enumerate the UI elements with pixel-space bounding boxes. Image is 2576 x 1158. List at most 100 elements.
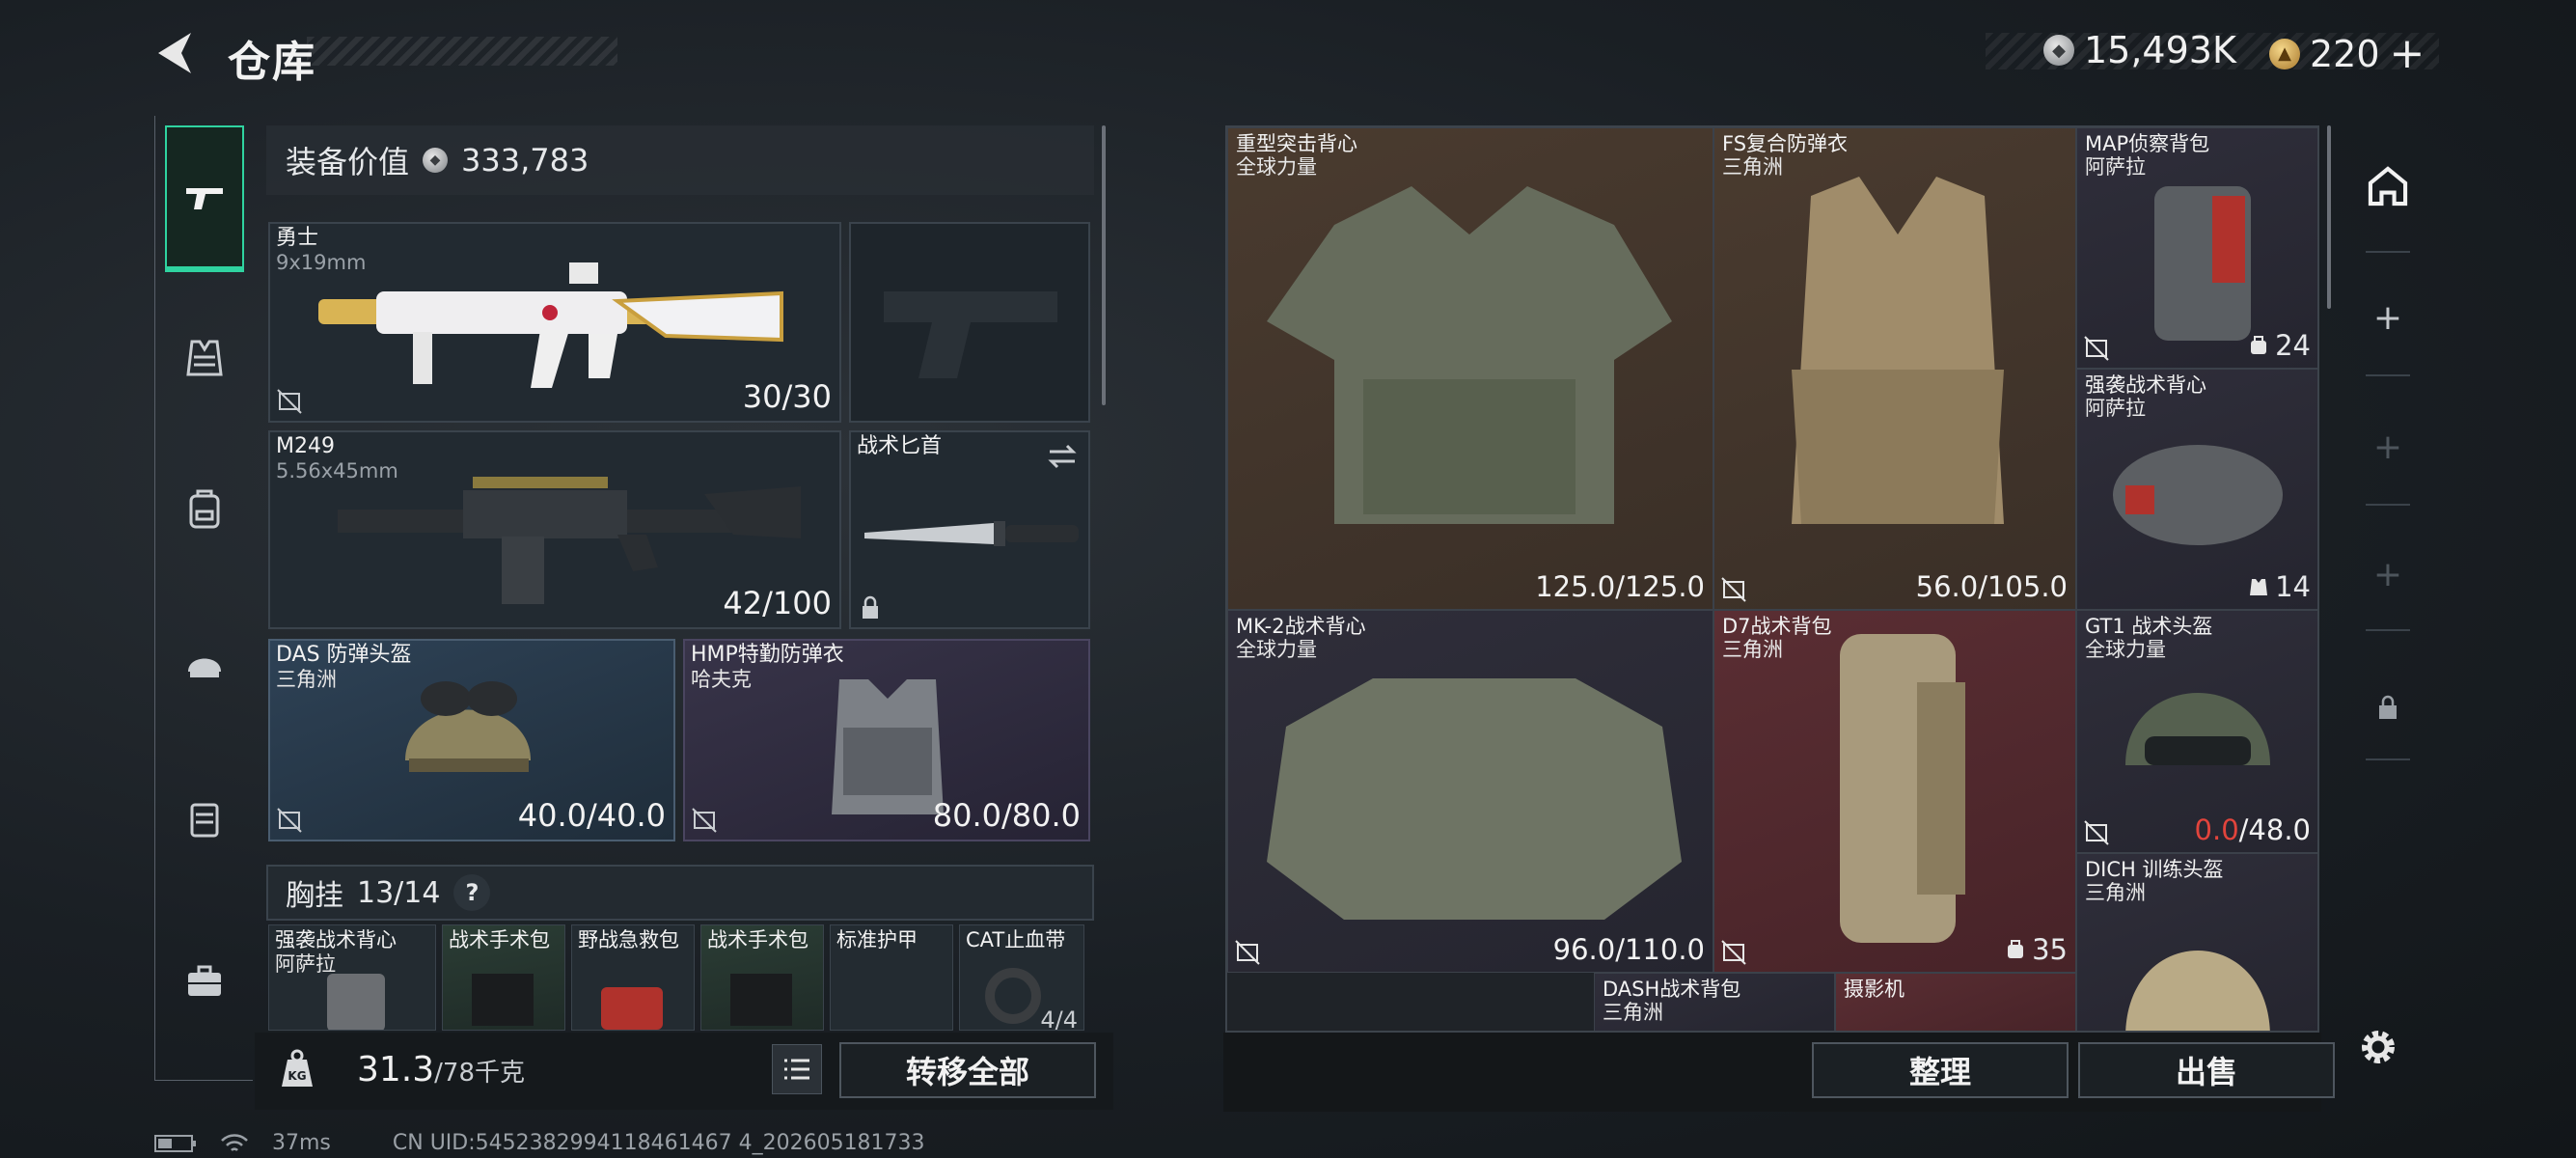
weight-current: 31.3	[357, 1050, 435, 1089]
title-decoration	[307, 37, 617, 66]
no-insurance-icon	[277, 389, 302, 414]
item-origin: 三角洲	[1722, 638, 1783, 661]
no-insurance-icon	[2084, 336, 2109, 361]
helmet-slot[interactable]: DAS 防弹头盔 三角洲 40.0/40.0	[268, 639, 675, 841]
vest-image	[2113, 445, 2283, 545]
rig-item[interactable]: 标准护甲	[830, 924, 953, 1031]
armor-image	[1792, 177, 2004, 524]
weapon-ammo: 30/30	[742, 378, 832, 415]
transfer-all-button[interactable]: 转移全部	[839, 1042, 1096, 1098]
storage-item[interactable]: 摄影机	[1835, 973, 2076, 1031]
item-name: CAT止血带	[966, 928, 1066, 951]
item-origin: 阿萨拉	[2085, 155, 2146, 179]
tab-containers[interactable]	[167, 944, 242, 1019]
item-name: DICH 训练头盔	[2085, 858, 2224, 881]
loadout-value-amount: 333,783	[461, 142, 589, 179]
divider	[2366, 758, 2410, 760]
scrollbar[interactable]	[2327, 125, 2331, 309]
vest-icon	[186, 340, 223, 376]
storage-item[interactable]: MK-2战术背心 全球力量 96.0/110.0	[1227, 610, 1713, 973]
rig-item[interactable]: CAT止血带 4/4	[959, 924, 1084, 1031]
no-insurance-icon	[692, 808, 717, 833]
item-name: FS复合防弹衣	[1722, 132, 1849, 155]
backpack-capacity-icon	[2251, 336, 2267, 354]
secondary-weapon-slot[interactable]: M249 5.56x45mm 42/100	[268, 430, 841, 629]
item-origin: 三角洲	[1603, 1001, 1663, 1024]
lock-icon	[863, 595, 878, 619]
storage-item[interactable]: GT1 战术头盔 全球力量 0.0/48.0	[2076, 610, 2317, 853]
add-gold-button[interactable]: +	[2390, 29, 2425, 78]
list-view-button[interactable]	[772, 1044, 822, 1094]
vest-image	[1267, 186, 1672, 524]
storage-item[interactable]: 重型突击背心 全球力量 125.0/125.0	[1227, 127, 1713, 610]
lock-icon	[2379, 695, 2397, 719]
rig-item[interactable]: 野战急救包	[571, 924, 695, 1031]
tab-armor[interactable]	[167, 320, 242, 396]
category-tabs	[154, 116, 253, 1081]
item-count: 4/4	[1040, 1006, 1078, 1031]
list-icon	[784, 1059, 809, 1080]
helmet-durability: 40.0/40.0	[517, 797, 666, 834]
add-page-button[interactable]: +	[2366, 552, 2410, 596]
durability-max: /48.0	[2238, 813, 2311, 846]
item-capacity: 14	[2248, 570, 2311, 603]
storage-item[interactable]: DICH 训练头盔 三角洲	[2076, 853, 2317, 1031]
no-insurance-icon	[277, 808, 302, 833]
sell-button[interactable]: 出售	[2078, 1042, 2335, 1098]
armor-slot[interactable]: HMP特勤防弹衣 哈夫克 80.0/80.0	[683, 639, 1090, 841]
medkit-image	[472, 974, 534, 1026]
briefcase-icon	[188, 965, 221, 996]
loadout-value-label: 装备价值	[286, 144, 410, 180]
helmet-image	[2125, 951, 2270, 1031]
backpack-image	[2154, 186, 2251, 341]
gold-currency[interactable]: ▲ 220 +	[2269, 29, 2425, 78]
item-count: 24	[2275, 329, 2311, 362]
item-durability: 56.0/105.0	[1915, 570, 2068, 603]
weight-max: /78千克	[434, 1059, 526, 1088]
item-origin: 阿萨拉	[2085, 397, 2146, 420]
page-title: 仓库	[228, 38, 316, 87]
tab-backpack[interactable]	[167, 471, 242, 546]
rig-item[interactable]: 强袭战术背心 阿萨拉	[268, 924, 436, 1031]
backpack-icon	[189, 489, 220, 529]
item-name: 摄影机	[1844, 978, 1905, 1001]
item-name: 强袭战术背心	[2085, 373, 2206, 397]
rig-label: 胸挂	[286, 879, 343, 913]
storage-item[interactable]: D7战术背包 三角洲 35	[1713, 610, 2076, 973]
storage-item[interactable]: 强袭战术背心 阿萨拉 14	[2076, 369, 2317, 610]
item-name: 标准护甲	[836, 928, 918, 951]
item-name: 战术手术包	[707, 928, 808, 951]
add-page-button[interactable]: +	[2366, 295, 2410, 340]
vest-image	[327, 974, 385, 1030]
tab-chest-rig[interactable]	[167, 782, 242, 857]
rig-item[interactable]: 战术手术包	[442, 924, 565, 1031]
storage-item[interactable]: MAP侦察背包 阿萨拉 24	[2076, 127, 2317, 369]
silver-coin-icon: ◆	[423, 148, 449, 173]
back-arrow-icon[interactable]	[152, 29, 197, 77]
scrollbar[interactable]	[1102, 125, 1106, 405]
weapon-name: M249	[276, 434, 335, 458]
pistol-slot[interactable]	[849, 222, 1090, 423]
pistol-silhouette-icon	[884, 291, 1057, 378]
storage-page-main[interactable]	[2366, 164, 2410, 208]
tab-weapons[interactable]	[165, 125, 244, 272]
item-name: DASH战术背包	[1603, 978, 1741, 1001]
divider	[2366, 504, 2410, 506]
add-page-button[interactable]: +	[2366, 425, 2410, 469]
melee-slot[interactable]: 战术匕首	[849, 430, 1090, 629]
sort-button[interactable]: 整理	[1812, 1042, 2069, 1098]
help-button[interactable]: ?	[453, 874, 491, 911]
item-durability: 96.0/110.0	[1552, 933, 1705, 966]
svg-text:KG: KG	[288, 1069, 306, 1083]
item-origin: 三角洲	[2085, 881, 2146, 904]
locked-page[interactable]	[2366, 685, 2410, 730]
storage-item[interactable]: FS复合防弹衣 三角洲 56.0/105.0	[1713, 127, 2076, 610]
swap-icon[interactable]	[1046, 442, 1079, 471]
storage-item[interactable]: DASH战术背包 三角洲	[1594, 973, 1835, 1031]
item-count: 14	[2275, 570, 2311, 603]
settings-gear-icon[interactable]	[2354, 1023, 2402, 1071]
armor-durability: 80.0/80.0	[932, 797, 1081, 834]
primary-weapon-slot[interactable]: 勇士 9x19mm 30/30	[268, 222, 841, 423]
rig-item[interactable]: 战术手术包	[700, 924, 824, 1031]
tab-helmet[interactable]	[167, 627, 242, 703]
